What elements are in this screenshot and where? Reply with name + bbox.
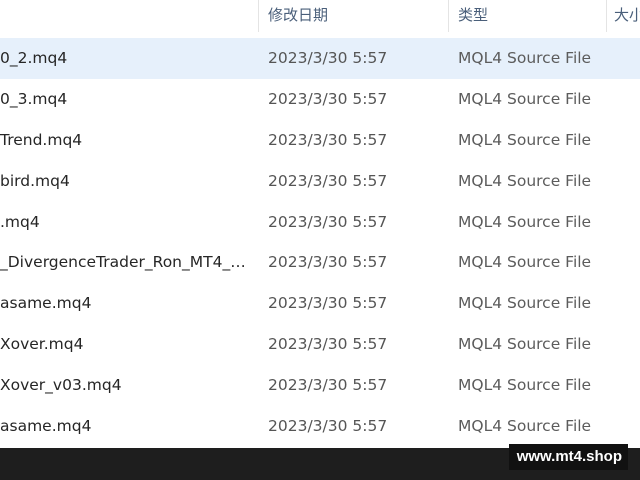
column-header-type[interactable]: 类型 [458, 0, 598, 30]
file-name: asame.mq4 [0, 417, 92, 436]
file-type: MQL4 Source File [458, 376, 592, 395]
file-name: bird.mq4 [0, 171, 70, 190]
file-type: MQL4 Source File [458, 417, 592, 436]
column-divider[interactable] [258, 0, 259, 32]
file-date-modified: 2023/3/30 5:57 [268, 212, 388, 231]
file-type: MQL4 Source File [458, 335, 592, 354]
file-name: 0_3.mq4 [0, 89, 68, 108]
file-row[interactable]: Trend.mq4 2023/3/30 5:57 MQL4 Source Fil… [0, 120, 640, 161]
file-date-modified: 2023/3/30 5:57 [268, 49, 388, 67]
file-name: 0_2.mq4 [0, 49, 68, 67]
column-header-size[interactable]: 大小 [614, 0, 640, 30]
file-date-modified: 2023/3/30 5:57 [268, 171, 388, 190]
file-date-modified: 2023/3/30 5:57 [268, 294, 388, 313]
column-header-bar: ⌃ 修改日期 类型 大小 [0, 0, 640, 38]
file-name: Trend.mq4 [0, 130, 83, 149]
file-date-modified: 2023/3/30 5:57 [268, 335, 388, 354]
file-row[interactable]: asame.mq4 2023/3/30 5:57 MQL4 Source Fil… [0, 283, 640, 324]
file-type: MQL4 Source File [458, 253, 592, 272]
file-row[interactable]: bird.mq4 2023/3/30 5:57 MQL4 Source File [0, 161, 640, 202]
file-date-modified: 2023/3/30 5:57 [268, 417, 388, 436]
column-divider[interactable] [606, 0, 607, 32]
file-name: .mq4 [0, 212, 40, 231]
file-type: MQL4 Source File [458, 130, 592, 149]
file-list: 0_2.mq4 2023/3/30 5:57 MQL4 Source File … [0, 38, 640, 447]
column-header-date-modified[interactable]: 修改日期 [268, 0, 443, 30]
file-row[interactable]: Xover_v03.mq4 2023/3/30 5:57 MQL4 Source… [0, 365, 640, 406]
file-date-modified: 2023/3/30 5:57 [268, 376, 388, 395]
watermark: www.mt4.shop [508, 444, 628, 470]
file-type: MQL4 Source File [458, 49, 592, 67]
file-type: MQL4 Source File [458, 294, 592, 313]
file-date-modified: 2023/3/30 5:57 [268, 130, 388, 149]
file-date-modified: 2023/3/30 5:57 [268, 253, 388, 272]
file-row[interactable]: .mq4 2023/3/30 5:57 MQL4 Source File [0, 202, 640, 243]
file-type: MQL4 Source File [458, 212, 592, 231]
file-row[interactable]: _DivergenceTrader_Ron_MT4_v... 2023/3/30… [0, 242, 640, 283]
file-row[interactable]: asame.mq4 2023/3/30 5:57 MQL4 Source Fil… [0, 406, 640, 447]
file-type: MQL4 Source File [458, 171, 592, 190]
file-date-modified: 2023/3/30 5:57 [268, 89, 388, 108]
file-name: asame.mq4 [0, 294, 92, 313]
file-type: MQL4 Source File [458, 89, 592, 108]
file-name: Xover_v03.mq4 [0, 376, 122, 395]
file-row[interactable]: 0_3.mq4 2023/3/30 5:57 MQL4 Source File [0, 79, 640, 120]
file-row[interactable]: Xover.mq4 2023/3/30 5:57 MQL4 Source Fil… [0, 324, 640, 365]
chevron-up-icon[interactable]: ⌃ [88, 0, 96, 5]
file-row[interactable]: 0_2.mq4 2023/3/30 5:57 MQL4 Source File [0, 38, 640, 79]
file-name: _DivergenceTrader_Ron_MT4_v... [0, 253, 252, 272]
column-divider[interactable] [448, 0, 449, 32]
file-name: Xover.mq4 [0, 335, 84, 354]
